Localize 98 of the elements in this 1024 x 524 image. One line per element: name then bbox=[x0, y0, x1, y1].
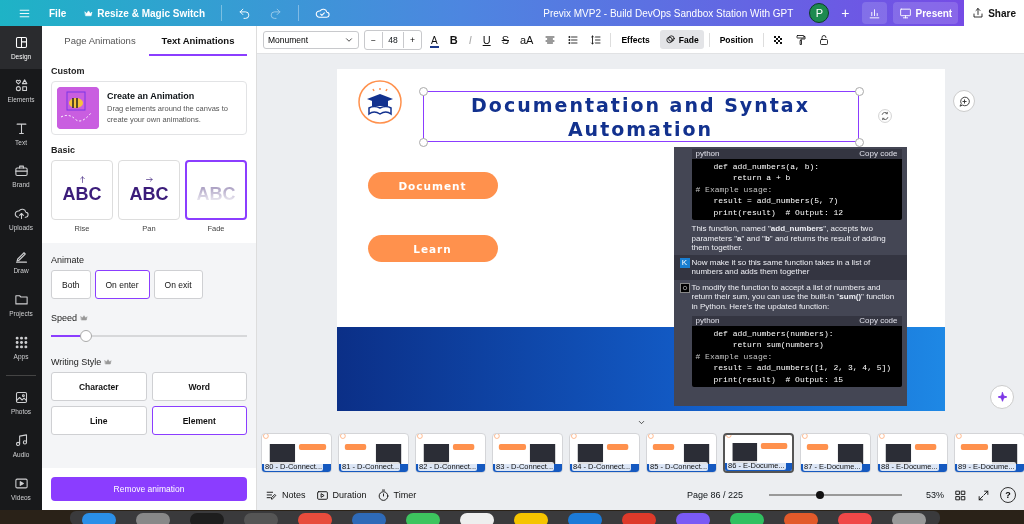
grid-view-icon bbox=[954, 488, 967, 502]
image-icon bbox=[13, 390, 29, 406]
increase-size-button[interactable]: + bbox=[404, 34, 421, 45]
section-heading: Basic bbox=[51, 145, 77, 155]
animation-option[interactable]: ABC bbox=[51, 160, 113, 220]
section-heading: Speed bbox=[51, 313, 78, 323]
animate-button[interactable]: Fade bbox=[659, 30, 704, 49]
font-size-field[interactable]: 48 bbox=[382, 31, 404, 48]
redo-icon bbox=[269, 6, 283, 20]
writing-style-option[interactable]: Word bbox=[151, 372, 247, 401]
writing-style-option[interactable]: Character bbox=[51, 372, 147, 401]
animation-option[interactable]: ABC bbox=[118, 160, 180, 220]
copy-code-button[interactable]: Copy code bbox=[859, 316, 898, 326]
grid-icon bbox=[13, 334, 29, 350]
briefcase-icon bbox=[13, 163, 29, 179]
crown-icon bbox=[80, 314, 89, 322]
font-dropdown[interactable]: Monument bbox=[263, 30, 359, 49]
remove-animation-button[interactable]: Remove animation bbox=[51, 477, 247, 501]
magic-button[interactable] bbox=[990, 385, 1014, 409]
presentation-icon bbox=[898, 6, 912, 20]
page-indicator: Page 86 / 225 bbox=[686, 490, 743, 500]
crown-icon bbox=[84, 8, 94, 18]
present-button[interactable]: Present bbox=[892, 2, 959, 24]
code-line: # Example usage: bbox=[695, 184, 774, 194]
expand-icon bbox=[977, 488, 990, 502]
graduation-cap-logo bbox=[357, 80, 402, 124]
animate-option[interactable]: Both bbox=[51, 270, 91, 299]
shapes-icon bbox=[13, 77, 29, 93]
timer-button[interactable]: Timer bbox=[376, 488, 417, 502]
zoom-level[interactable]: 53% bbox=[926, 490, 944, 500]
slide-title[interactable]: Documentation and Syntax Automation bbox=[422, 91, 859, 142]
lock-icon bbox=[818, 33, 831, 46]
chevron-down-icon bbox=[636, 418, 646, 427]
checkerboard-icon bbox=[772, 33, 785, 46]
underline-button[interactable]: U bbox=[479, 31, 494, 48]
video-icon bbox=[13, 476, 29, 492]
writing-style-option[interactable]: Line bbox=[51, 406, 147, 435]
rotate-handle-icon[interactable] bbox=[877, 109, 892, 123]
stopwatch-icon bbox=[376, 488, 390, 502]
zoom-slider-thumb[interactable] bbox=[815, 490, 824, 499]
assistant-avatar bbox=[679, 282, 690, 293]
align-center-icon bbox=[544, 33, 557, 46]
fade-circles-icon bbox=[664, 34, 676, 45]
bee-illustration bbox=[57, 87, 99, 129]
paint-roller-icon bbox=[795, 33, 808, 46]
position-button[interactable]: Position bbox=[714, 30, 759, 49]
effects-button[interactable]: Effects bbox=[616, 30, 655, 49]
decrease-size-button[interactable]: − bbox=[365, 34, 382, 45]
user-avatar: K bbox=[679, 257, 690, 268]
comment-button[interactable] bbox=[953, 90, 975, 112]
chat-message: Now make it so this same function takes in a list of numbers and adds them together bbox=[691, 257, 872, 277]
list-icon bbox=[567, 33, 580, 46]
code-language: python bbox=[695, 316, 720, 326]
up-arrow-icon bbox=[77, 175, 87, 184]
animate-option[interactable]: On exit bbox=[153, 270, 203, 299]
case-button[interactable]: aA bbox=[517, 31, 537, 48]
resize-handle[interactable] bbox=[418, 87, 428, 96]
duration-button[interactable]: Duration bbox=[315, 488, 367, 502]
user-avatar[interactable]: P bbox=[809, 3, 830, 23]
text-color-button[interactable]: A bbox=[427, 31, 442, 48]
bold-button[interactable]: B bbox=[446, 31, 461, 48]
add-button[interactable]: + bbox=[835, 2, 856, 24]
copy-code-button[interactable]: Copy code bbox=[859, 149, 898, 159]
design-title[interactable]: Previx MVP2 - Build DevOps Sandbox Station With GPT bbox=[543, 7, 804, 19]
chat-message: This function, named "add_numbers", accepts two parameters "a" and "b" and returns the result of adding them together. bbox=[690, 223, 887, 254]
section-heading: Custom bbox=[51, 66, 86, 76]
grid-view-button[interactable] bbox=[954, 488, 967, 502]
animation-tab[interactable]: Text Animations bbox=[149, 26, 247, 56]
speed-slider-thumb[interactable] bbox=[80, 330, 93, 342]
right-arrow-icon bbox=[144, 175, 154, 184]
writing-style-option[interactable]: Element bbox=[151, 406, 247, 435]
sparkle-icon bbox=[995, 390, 1009, 404]
animate-option[interactable]: On enter bbox=[94, 270, 150, 299]
layout-icon bbox=[13, 34, 29, 50]
strike-button[interactable]: S bbox=[498, 31, 512, 48]
cloud-upload-icon bbox=[13, 206, 29, 222]
card-title: Create an Animation bbox=[107, 90, 196, 101]
code-line: # Example usage: bbox=[695, 351, 774, 361]
insights-button[interactable] bbox=[861, 2, 887, 24]
share-button[interactable]: Share bbox=[964, 0, 1024, 26]
notes-button[interactable]: Notes bbox=[265, 488, 306, 502]
resize-handle[interactable] bbox=[854, 87, 864, 96]
crown-icon bbox=[104, 358, 113, 366]
section-heading: Animate bbox=[51, 255, 86, 265]
bar-chart-icon bbox=[867, 6, 881, 20]
section-heading: Writing Style bbox=[51, 357, 102, 367]
resize-handle[interactable] bbox=[418, 138, 428, 147]
animation-tab[interactable]: Page Animations bbox=[51, 26, 149, 56]
slide-canvas[interactable] bbox=[336, 69, 945, 411]
fullscreen-button[interactable] bbox=[977, 488, 990, 502]
undo-icon bbox=[238, 6, 252, 20]
upload-icon bbox=[972, 7, 985, 19]
line-spacing-icon bbox=[590, 33, 603, 46]
music-note-icon bbox=[13, 433, 29, 449]
code-language: python bbox=[695, 149, 720, 159]
chat-message: To modify the function to accept a list of numbers and return their sum, you can use the built-in "sum()" function in Python. Here's the updated function: bbox=[691, 282, 896, 311]
play-icon bbox=[315, 488, 329, 502]
comment-add-icon bbox=[957, 94, 971, 108]
